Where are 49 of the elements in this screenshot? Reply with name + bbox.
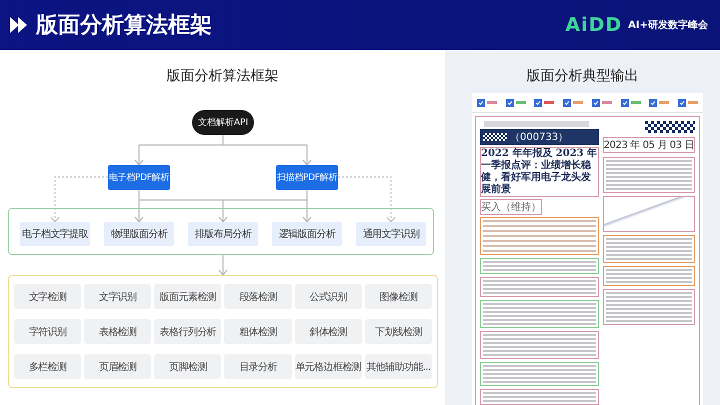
checkbox[interactable]: [563, 98, 572, 106]
checkbox[interactable]: [477, 98, 485, 106]
api-node: 文档解析API: [192, 110, 254, 135]
function-node: 页眉检测: [84, 354, 152, 379]
function-node: 表格行列分析: [154, 319, 222, 344]
function-node: 其他辅助功能...: [364, 354, 432, 379]
function-node: 文字检测: [14, 284, 82, 309]
function-node: 目录分析: [224, 354, 292, 379]
function-node: 版面元素检测: [154, 284, 222, 309]
function-node: 表格检测: [84, 319, 152, 344]
module-node: 排版布局分析: [188, 222, 258, 246]
report-headline: 2022 年年报及 2023 年一季报点评：业绩增长稳健，看好军用电子龙头发展前景: [480, 147, 599, 197]
slide-title: 版面分析算法框架: [36, 12, 212, 40]
stock-code: （000733）: [510, 131, 568, 144]
function-node: 下划线检测: [364, 319, 432, 344]
function-node: 图像检测: [364, 284, 432, 309]
checker-logo-icon: [645, 121, 695, 133]
parser-node: 电子档PDF解析: [108, 165, 170, 190]
dotted-connector: [338, 176, 396, 223]
checkbox[interactable]: [620, 98, 629, 106]
checkbox[interactable]: [649, 98, 658, 106]
function-node: 斜体检测: [294, 319, 362, 344]
function-node: 粗体检测: [224, 319, 292, 344]
parser-node: 扫描档PDF解析: [276, 165, 338, 190]
function-node: 文字识别: [84, 284, 152, 309]
module-node: 物理版面分析: [104, 222, 174, 246]
rating-text: 买入（维持）: [480, 199, 542, 215]
function-node: 字符识别: [14, 319, 82, 344]
checker-logo-icon: [483, 133, 507, 141]
checkbox[interactable]: [592, 98, 600, 106]
panel-title: 版面分析典型输出: [526, 67, 640, 86]
function-node: 多栏检测: [14, 354, 82, 379]
arrow-connector: [218, 254, 228, 276]
module-node: 电子档文字提取: [20, 222, 90, 246]
dotted-connector: [50, 176, 108, 223]
double-arrow-icon: [10, 17, 28, 33]
module-node: 逻辑版面分析: [272, 222, 342, 246]
logo-text: AiDD: [565, 14, 622, 36]
function-node: 段落检测: [224, 284, 292, 309]
checkbox[interactable]: [678, 98, 686, 106]
function-node: 公式识别: [294, 284, 362, 309]
checkbox[interactable]: [506, 98, 514, 106]
function-node: 页脚检测: [154, 354, 222, 379]
report-date: 2023 年 05 月 03 日: [602, 137, 695, 153]
checkbox[interactable]: [534, 98, 542, 106]
panel-title: 版面分析算法框架: [166, 67, 280, 86]
function-node: 单元格边框检测: [294, 354, 362, 379]
module-node: 通用文字识别: [356, 222, 426, 246]
event-name: AI+研发数字峰会: [628, 18, 708, 32]
